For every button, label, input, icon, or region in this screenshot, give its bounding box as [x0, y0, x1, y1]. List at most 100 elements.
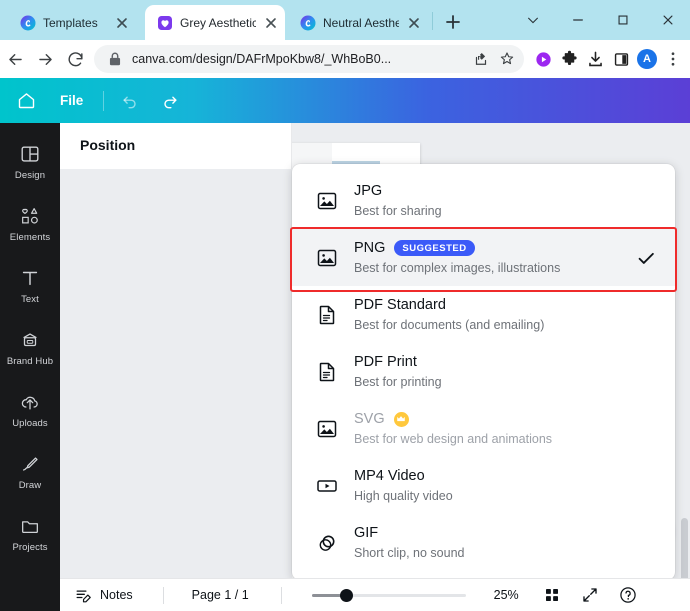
close-icon[interactable] [114, 15, 130, 31]
zoom-slider[interactable] [311, 587, 466, 603]
export-option-title: JPG [354, 182, 383, 199]
vertical-scrollbar[interactable] [679, 168, 690, 611]
text-t-icon [22, 271, 38, 286]
sidebar-item-text[interactable]: Text [0, 255, 60, 317]
page-indicator: Page 1 / 1 [191, 588, 249, 602]
browser-menu-button[interactable] [660, 46, 686, 72]
reload-button[interactable] [60, 44, 90, 74]
close-window-button[interactable] [645, 0, 690, 40]
sidebar-item-projects[interactable]: Projects [0, 503, 60, 565]
file-menu-button[interactable]: File [48, 84, 95, 118]
tab-search-button[interactable] [510, 0, 555, 40]
maximize-button[interactable] [600, 0, 645, 40]
sidebar-item-label: Design [14, 170, 46, 181]
downloads-button[interactable] [582, 46, 608, 72]
image-icon [314, 416, 340, 442]
image-icon [314, 188, 340, 214]
extensions-button[interactable] [556, 46, 582, 72]
undo-button[interactable] [112, 84, 148, 118]
export-option-subtitle: Best for web design and animations [354, 431, 553, 446]
export-option-subtitle: Best for documents (and emailing) [354, 317, 545, 332]
extensions-puzzle-icon [561, 50, 577, 65]
close-icon[interactable] [263, 15, 279, 31]
export-option-title: MP4 Video [354, 467, 425, 484]
sidebar-item-label: Projects [12, 542, 48, 553]
browser-window: Templates Grey Aesthetic Neutral Aesthe … [0, 0, 690, 611]
notes-label: Notes [100, 588, 133, 602]
browser-tab-title: Templates [43, 15, 98, 30]
sidebar-item-label: Brand Hub [6, 356, 54, 367]
help-button[interactable] [615, 582, 641, 608]
star-icon[interactable] [498, 50, 516, 68]
browser-tab-grey-aesthetic[interactable]: Grey Aesthetic [145, 5, 285, 40]
export-option-subtitle: Best for sharing [354, 203, 442, 218]
browser-tab-templates[interactable]: Templates [8, 5, 136, 40]
export-option-pdf-standard[interactable]: PDF Standard Best for documents (and ema… [292, 286, 675, 343]
sidebar-item-uploads[interactable]: Uploads [0, 379, 60, 441]
side-panel-button[interactable] [608, 46, 634, 72]
pro-crown-icon [393, 411, 409, 427]
tab-search-chevron-icon [527, 17, 538, 24]
video-icon [314, 473, 340, 499]
export-option-text: GIF Short clip, no sound [354, 524, 657, 562]
browser-toolbar: canva.com/design/DAFrMpoKbw8/_WhBoB0... [0, 40, 690, 78]
lock-icon [109, 52, 121, 66]
sidebar-item-elements[interactable]: Elements [0, 193, 60, 255]
export-option-text: PDF Print Best for printing [354, 353, 657, 391]
back-arrow-icon [8, 53, 22, 65]
export-option-svg[interactable]: SVG Best for web design and animations [292, 400, 675, 457]
help-circle-icon [619, 587, 636, 603]
export-option-subtitle: Short clip, no sound [354, 545, 465, 560]
export-option-text: MP4 Video High quality video [354, 467, 657, 505]
grid-view-button[interactable] [539, 582, 565, 608]
share-icon[interactable] [472, 50, 490, 68]
sidebar-item-design[interactable]: Design [0, 131, 60, 193]
export-format-dropdown[interactable]: JPG Best for sharing PNG SUGGESTED Best … [292, 164, 675, 580]
document-icon [314, 302, 340, 328]
window-controls [510, 0, 690, 40]
design-layout-icon [21, 146, 39, 162]
plus-icon [446, 15, 460, 29]
address-bar[interactable]: canva.com/design/DAFrMpoKbw8/_WhBoB0... [94, 45, 524, 73]
zoom-slider-handle[interactable] [339, 588, 353, 602]
media-play-button[interactable] [530, 46, 556, 72]
minimize-icon [572, 19, 583, 21]
export-option-gif[interactable]: GIF Short clip, no sound [292, 514, 675, 571]
export-option-text: SVG Best for web design and animations [354, 410, 657, 448]
home-button[interactable] [8, 84, 44, 118]
export-option-title: PNG [354, 239, 386, 256]
export-option-mp4-video[interactable]: MP4 Video High quality video [292, 457, 675, 514]
sidebar-item-brand-hub[interactable]: Brand Hub [0, 317, 60, 379]
export-option-jpg[interactable]: JPG Best for sharing [292, 172, 675, 229]
canva-icon [20, 15, 36, 30]
profile-button[interactable]: A [634, 46, 660, 72]
image-icon [314, 245, 340, 271]
checkmark-icon [638, 252, 654, 264]
fullscreen-button[interactable] [577, 582, 603, 608]
export-option-title: SVG [354, 410, 385, 427]
canva-heart-icon [158, 15, 172, 30]
export-option-pdf-print[interactable]: PDF Print Best for printing [292, 343, 675, 400]
browser-tab-neutral-aesthetic[interactable]: Neutral Aesthe [288, 5, 428, 40]
brand-hub-icon [23, 333, 37, 347]
redo-button[interactable] [152, 84, 188, 118]
maximize-icon [617, 15, 628, 25]
zoom-level: 25% [493, 588, 519, 602]
close-icon[interactable] [406, 15, 422, 31]
notes-button[interactable]: Notes [74, 586, 133, 605]
export-option-title: GIF [354, 524, 379, 541]
canva-app: File Design Elements Text Brand Hub Uplo… [0, 78, 690, 611]
sidebar-item-draw[interactable]: Draw [0, 441, 60, 503]
home-icon [18, 93, 34, 109]
shapes-icon [22, 208, 38, 224]
tab-divider [432, 12, 433, 30]
new-tab-button[interactable] [441, 10, 465, 34]
export-option-subtitle: Best for printing [354, 374, 442, 389]
close-icon [662, 15, 673, 25]
app-header: File [0, 78, 690, 123]
forward-button[interactable] [30, 44, 60, 74]
notes-icon [76, 590, 91, 602]
minimize-button[interactable] [555, 0, 600, 40]
back-button[interactable] [0, 44, 30, 74]
export-option-png[interactable]: PNG SUGGESTED Best for complex images, i… [292, 229, 675, 286]
